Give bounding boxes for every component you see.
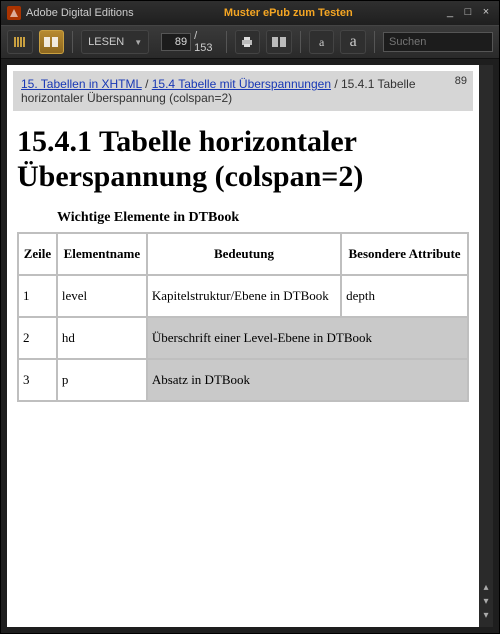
cell-elementname: level: [57, 275, 147, 317]
page-title: 15.4.1 Tabelle horizontaler Überspannung…: [7, 111, 479, 204]
app-name: Adobe Digital Editions: [26, 7, 134, 19]
titlebar: Adobe Digital Editions Muster ePub zum T…: [1, 1, 499, 25]
library-view-button[interactable]: [7, 30, 33, 54]
breadcrumb: 15. Tabellen in XHTML / 15.4 Tabelle mit…: [13, 71, 473, 111]
content-frame: 15. Tabellen in XHTML / 15.4 Tabelle mit…: [1, 59, 499, 633]
separator: [374, 31, 375, 53]
table-row: 3pAbsatz in DTBook: [18, 359, 468, 401]
table-body: 1levelKapitelstruktur/Ebene in DTBookdep…: [18, 275, 468, 401]
col-attribute: Besondere Attribute: [341, 233, 468, 275]
close-button[interactable]: ×: [479, 6, 493, 20]
page-view: 15. Tabellen in XHTML / 15.4 Tabelle mit…: [7, 65, 479, 627]
cell-attribute: depth: [341, 275, 468, 317]
cell-elementname: hd: [57, 317, 147, 359]
scroll-up-button[interactable]: ▴: [481, 583, 491, 593]
cell-zeile: 1: [18, 275, 57, 317]
breadcrumb-sep: /: [142, 77, 152, 91]
search-input[interactable]: [383, 32, 493, 52]
col-elementname: Elementname: [57, 233, 147, 275]
cell-bedeutung: Kapitelstruktur/Ebene in DTBook: [147, 275, 341, 317]
cell-elementname: p: [57, 359, 147, 401]
breadcrumb-link-2[interactable]: 15.4 Tabelle mit Überspannungen: [152, 77, 331, 91]
col-zeile: Zeile: [18, 233, 57, 275]
separator: [226, 31, 227, 53]
dual-page-icon: [271, 36, 287, 48]
page-total: / 153: [194, 30, 218, 54]
font-larger-icon: a: [350, 33, 357, 51]
breadcrumb-page-number: 89: [455, 75, 467, 87]
window-buttons: _ □ ×: [443, 6, 493, 20]
printer-icon: [240, 36, 254, 48]
cell-zeile: 2: [18, 317, 57, 359]
chevron-down-icon: ▼: [134, 38, 142, 47]
page-indicator: / 153: [161, 30, 218, 54]
separator: [72, 31, 73, 53]
book-open-icon: [43, 36, 59, 48]
breadcrumb-link-1[interactable]: 15. Tabellen in XHTML: [21, 77, 142, 91]
app-logo-icon: [7, 6, 21, 20]
dtbook-table: Zeile Elementname Bedeutung Besondere At…: [17, 232, 469, 402]
read-menu-label: LESEN: [88, 36, 124, 48]
library-icon: [13, 36, 27, 48]
read-menu[interactable]: LESEN ▼: [81, 30, 149, 54]
right-sidebar: ▴ ▾ ▾: [479, 65, 493, 627]
scroll-down-button-2[interactable]: ▾: [481, 611, 491, 621]
table-row: 1levelKapitelstruktur/Ebene in DTBookdep…: [18, 275, 468, 317]
cell-bedeutung: Überschrift einer Level-Ebene in DTBook: [147, 317, 468, 359]
col-bedeutung: Bedeutung: [147, 233, 341, 275]
cell-bedeutung: Absatz in DTBook: [147, 359, 468, 401]
document-title: Muster ePub zum Testen: [134, 7, 443, 19]
minimize-button[interactable]: _: [443, 6, 457, 20]
maximize-button[interactable]: □: [461, 6, 475, 20]
search-wrap: [383, 32, 493, 52]
dual-page-button[interactable]: [266, 30, 292, 54]
page-current-input[interactable]: [161, 33, 191, 51]
separator: [300, 31, 301, 53]
font-larger-button[interactable]: a: [340, 30, 366, 54]
app-window: Adobe Digital Editions Muster ePub zum T…: [0, 0, 500, 634]
print-button[interactable]: [235, 30, 261, 54]
font-smaller-button[interactable]: a: [309, 30, 335, 54]
cell-zeile: 3: [18, 359, 57, 401]
table-header-row: Zeile Elementname Bedeutung Besondere At…: [18, 233, 468, 275]
table-caption: Wichtige Elemente in DTBook: [7, 204, 479, 232]
scroll-down-button[interactable]: ▾: [481, 597, 491, 607]
toolbar: LESEN ▼ / 153 a a: [1, 25, 499, 59]
font-smaller-icon: a: [319, 35, 324, 50]
reading-view-button[interactable]: [39, 30, 65, 54]
table-row: 2hdÜberschrift einer Level-Ebene in DTBo…: [18, 317, 468, 359]
